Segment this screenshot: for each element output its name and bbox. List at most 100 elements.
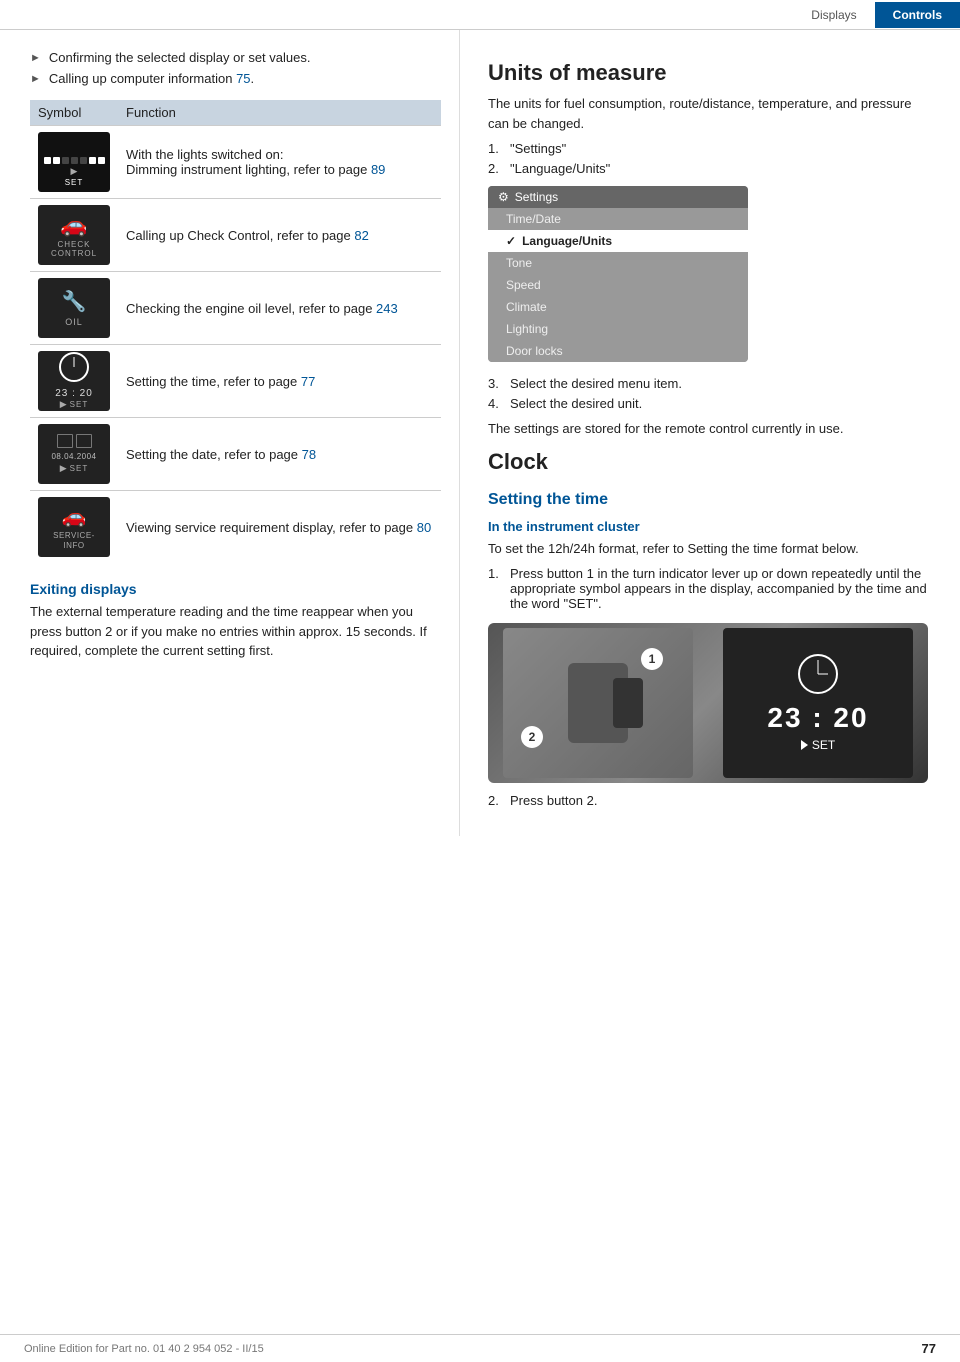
settings-item-climate: Climate: [488, 296, 748, 318]
instrument-cluster-heading: In the instrument cluster: [488, 519, 936, 534]
clock-step-num-1: 1.: [488, 566, 510, 611]
sym-arrow: ▶: [71, 166, 78, 177]
link-82[interactable]: 82: [354, 228, 368, 243]
footer-text: Online Edition for Part no. 01 40 2 954 …: [24, 1343, 264, 1355]
func-cell-check: Calling up Check Control, refer to page …: [118, 199, 441, 272]
tab-displays[interactable]: Displays: [793, 2, 874, 28]
sym-block: [53, 157, 60, 164]
cluster-image: 2 1 23 : 20 SET: [488, 623, 928, 783]
cluster-set-display: SET: [801, 738, 835, 752]
func-cell-date: Setting the date, refer to page 78: [118, 418, 441, 491]
settings-title: Settings: [515, 190, 558, 204]
table-row: 23 : 20 ▶ SET Setting the time, refer to…: [30, 345, 441, 418]
table-row: 08.04.2004 ▶ SET Setting the date, refer…: [30, 418, 441, 491]
tab-controls[interactable]: Controls: [875, 2, 960, 28]
func-cell-service: Viewing service requirement display, ref…: [118, 491, 441, 564]
sym-cell-date: 08.04.2004 ▶ SET: [30, 418, 118, 491]
func-cell-settings: With the lights switched on: Dimming ins…: [118, 126, 441, 199]
link-80[interactable]: 80: [417, 520, 431, 535]
units-step-3: 3. Select the desired menu item.: [488, 376, 936, 391]
sym-icon-row: [44, 157, 105, 164]
bullet-item-2: ► Calling up computer information 75.: [30, 71, 441, 86]
clock-step-1: 1. Press button 1 in the turn indicator …: [488, 566, 936, 611]
check-control-symbol: 🚗 CHECKCONTROL: [38, 205, 110, 265]
oil-symbol: 🔧 OIL: [38, 278, 110, 338]
units-heading: Units of measure: [488, 60, 936, 86]
bullet-item-1: ► Confirming the selected display or set…: [30, 50, 441, 65]
units-steps-3-4: 3. Select the desired menu item. 4. Sele…: [488, 376, 936, 411]
date-symbol: 08.04.2004 ▶ SET: [38, 424, 110, 484]
symbol-function-table: Symbol Function: [30, 100, 441, 563]
instrument-para: To set the 12h/24h format, refer to Sett…: [488, 539, 936, 559]
units-steps-list: 1. "Settings" 2. "Language/Units": [488, 141, 936, 176]
oil-icon: 🔧: [62, 289, 87, 314]
step-num-3: 3.: [488, 376, 510, 391]
settings-item-language: ✓ Language/Units: [488, 230, 748, 252]
sym-cell-service: 🚗 SERVICE-INFO: [30, 491, 118, 564]
date-text: 08.04.2004: [51, 452, 96, 461]
car-icon: 🚗: [60, 212, 87, 238]
bullet-arrow-1: ►: [30, 52, 41, 64]
table-row: 🚗 CHECKCONTROL Calling up Check Control,…: [30, 199, 441, 272]
sym-block: [44, 157, 51, 164]
link-89[interactable]: 89: [371, 162, 385, 177]
checkmark-icon: ✓: [506, 234, 516, 248]
oil-label: OIL: [65, 317, 83, 327]
settings-title-bar: ⚙ Settings: [488, 186, 748, 208]
col-function: Function: [118, 100, 441, 126]
func-cell-clock: Setting the time, refer to page 77: [118, 345, 441, 418]
right-column: Units of measure The units for fuel cons…: [460, 30, 960, 836]
bullet2-link[interactable]: 75: [236, 71, 250, 86]
badge-1: 1: [641, 648, 663, 670]
sym-cell-clock: 23 : 20 ▶ SET: [30, 345, 118, 418]
sym-cell-settings: ▶ SET: [30, 126, 118, 199]
main-content: ► Confirming the selected display or set…: [0, 30, 960, 836]
date-box: [57, 434, 73, 448]
page-footer: Online Edition for Part no. 01 40 2 954 …: [0, 1334, 960, 1362]
settings-item-lighting: Lighting: [488, 318, 748, 340]
clock-heading: Clock: [488, 449, 936, 475]
clock-display-icon: [798, 654, 838, 694]
page-header: Displays Controls: [0, 0, 960, 30]
settings-gear-icon: ⚙: [498, 190, 509, 204]
units-step-1: 1. "Settings": [488, 141, 936, 156]
setting-time-heading: Setting the time: [488, 491, 936, 509]
date-set: ▶ SET: [60, 463, 88, 474]
func-cell-oil: Checking the engine oil level, refer to …: [118, 272, 441, 345]
step-text: "Settings": [510, 141, 566, 156]
func-line2: Dimming instrument lighting, refer to pa…: [126, 162, 433, 177]
bullet-text-1: Confirming the selected display or set v…: [49, 50, 311, 65]
col-symbol: Symbol: [30, 100, 118, 126]
sym-block: [98, 157, 105, 164]
units-step-4: 4. Select the desired unit.: [488, 396, 936, 411]
link-243[interactable]: 243: [376, 301, 398, 316]
sym-label: SET: [65, 178, 84, 187]
table-row: 🔧 OIL Checking the engine oil level, ref…: [30, 272, 441, 345]
clock-icon: [59, 352, 89, 382]
service-symbol: 🚗 SERVICE-INFO: [38, 497, 110, 557]
date-box: [76, 434, 92, 448]
settings-screenshot: ⚙ Settings Time/Date ✓ Language/Units To…: [488, 186, 748, 362]
step-num: 1.: [488, 141, 510, 156]
settings-item-timedate: Time/Date: [488, 208, 748, 230]
step-num: 2.: [488, 161, 510, 176]
set-label: SET: [70, 400, 89, 409]
bullet-arrow-2: ►: [30, 73, 41, 85]
sym-block-dark: [71, 157, 78, 164]
table-row: 🚗 SERVICE-INFO Viewing service requireme…: [30, 491, 441, 564]
units-para: The units for fuel consumption, route/di…: [488, 94, 936, 133]
cluster-arrow: [801, 740, 808, 750]
settings-item-tone: Tone: [488, 252, 748, 274]
units-footer-text: The settings are stored for the remote c…: [488, 419, 936, 439]
time-display: 23 : 20: [55, 388, 93, 399]
link-77[interactable]: 77: [301, 374, 315, 389]
cluster-time-display: 23 : 20: [767, 702, 868, 734]
func-line1: With the lights switched on:: [126, 147, 433, 162]
settings-item-doorlocks: Door locks: [488, 340, 748, 362]
settings-symbol: ▶ SET: [38, 132, 110, 192]
step-num-4: 4.: [488, 396, 510, 411]
step-text-3: Select the desired menu item.: [510, 376, 682, 391]
cluster-left-panel: 2 1: [503, 628, 693, 778]
link-78[interactable]: 78: [302, 447, 316, 462]
sym-cell-check: 🚗 CHECKCONTROL: [30, 199, 118, 272]
